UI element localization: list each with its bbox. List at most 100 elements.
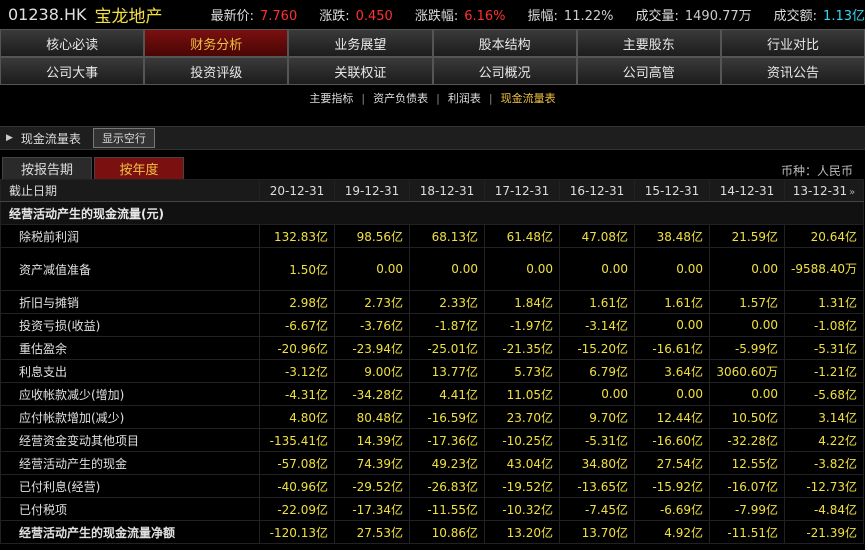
row-label: 应收帐款减少(增加) bbox=[0, 382, 260, 406]
quote-label: 涨跌幅: bbox=[414, 8, 459, 24]
quote-value: 11.22% bbox=[563, 8, 614, 24]
table-cell: -5.31亿 bbox=[559, 428, 635, 452]
nav-button[interactable]: 股本结构 bbox=[432, 29, 577, 57]
table-cell: -135.41亿 bbox=[259, 428, 335, 452]
table-cell: -11.51亿 bbox=[709, 520, 785, 544]
section-bar: ▶ 现金流量表 显示空行 bbox=[0, 126, 865, 150]
table-header-row: 截止日期 20-12-31 19-12-31 18-12-31 17-12-31 16-1… bbox=[0, 179, 864, 202]
row-label: 除税前利润 bbox=[0, 224, 260, 248]
table-cell: 80.48亿 bbox=[334, 405, 410, 429]
nav-button[interactable]: 公司高管 bbox=[576, 57, 721, 85]
currency-label: 币种：人民币 bbox=[780, 164, 853, 178]
table-cell: 4.92亿 bbox=[634, 520, 710, 544]
table-row: 已付利息(经营) -40.96亿 -29.52亿 -26.83亿 -19.52亿 -13.… bbox=[0, 474, 864, 498]
table-cell: -9588.40万 bbox=[784, 247, 864, 291]
nav-button[interactable]: 投资评级 bbox=[144, 57, 289, 85]
row-label: 折旧与摊销 bbox=[0, 290, 260, 314]
quote-item: 涨跌幅: 6.16% bbox=[415, 5, 506, 24]
nav-button[interactable]: 公司大事 bbox=[0, 57, 145, 85]
table-cell: -1.97亿 bbox=[484, 313, 560, 337]
table-cell: -3.12亿 bbox=[259, 359, 335, 383]
table-cell: 38.48亿 bbox=[634, 224, 710, 248]
quote-label: 最新价: bbox=[210, 8, 254, 24]
show-empty-rows-button[interactable]: 显示空行 bbox=[92, 128, 155, 148]
quote-value: 7.760 bbox=[260, 8, 298, 24]
row-label: 资产减值准备 bbox=[0, 247, 260, 291]
period-tab[interactable]: 按报告期 bbox=[2, 157, 92, 179]
quote-value: 6.16% bbox=[464, 8, 506, 24]
section-row: 经营活动产生的现金流量(元) bbox=[0, 201, 864, 225]
subnav-link[interactable]: 利润表 bbox=[448, 92, 481, 105]
column-header: 19-12-31 bbox=[334, 179, 410, 202]
table-cell: 12.55亿 bbox=[709, 451, 785, 475]
column-header: 20-12-31 bbox=[259, 179, 335, 202]
quote-item: 成交量: 1490.77万 bbox=[636, 5, 752, 24]
table-cell: 1.31亿 bbox=[784, 290, 864, 314]
subnav-link[interactable]: 现金流量表 bbox=[501, 92, 556, 105]
table-cell: -29.52亿 bbox=[334, 474, 410, 498]
table-cell: -20.96亿 bbox=[259, 336, 335, 360]
sub-nav: 主要指标 | 资产负债表 | 利润表 | 现金流量表 bbox=[0, 90, 865, 110]
table-cell: 1.84亿 bbox=[484, 290, 560, 314]
nav-button[interactable]: 关联权证 bbox=[288, 57, 433, 85]
table-cell: -22.09亿 bbox=[259, 497, 335, 521]
row-label: 投资亏损(收益) bbox=[0, 313, 260, 337]
nav-button[interactable]: 行业对比 bbox=[720, 29, 865, 57]
table-cell: 43.04亿 bbox=[484, 451, 560, 475]
table-cell: 4.41亿 bbox=[409, 382, 485, 406]
table-cell: -16.61亿 bbox=[634, 336, 710, 360]
cash-flow-table: 截止日期 20-12-31 19-12-31 18-12-31 17-12-31 16-1… bbox=[0, 179, 864, 544]
table-cell: 0.00 bbox=[709, 313, 785, 337]
table-cell: -16.59亿 bbox=[409, 405, 485, 429]
table-cell: -3.76亿 bbox=[334, 313, 410, 337]
column-header: 18-12-31 bbox=[409, 179, 485, 202]
column-header: 16-12-31 bbox=[559, 179, 635, 202]
table-cell: -1.08亿 bbox=[784, 313, 864, 337]
quote-label: 成交额: bbox=[773, 8, 818, 24]
stock-code: 01238.HK bbox=[8, 4, 87, 24]
table-row: 除税前利润 132.83亿 98.56亿 68.13亿 61.48亿 47.08亿 38.4… bbox=[0, 224, 864, 248]
column-header: 15-12-31 bbox=[634, 179, 710, 202]
table-cell: 13.77亿 bbox=[409, 359, 485, 383]
table-cell: 49.23亿 bbox=[409, 451, 485, 475]
table-cell: -15.92亿 bbox=[634, 474, 710, 498]
table-cell: -23.94亿 bbox=[334, 336, 410, 360]
subnav-separator: | bbox=[488, 92, 493, 105]
table-cell: -57.08亿 bbox=[259, 451, 335, 475]
table-row: 已付税项 -22.09亿 -17.34亿 -11.55亿 -10.32亿 -7.45亿 -6… bbox=[0, 497, 864, 521]
subnav-link[interactable]: 主要指标 bbox=[309, 92, 353, 105]
row-label: 已付税项 bbox=[0, 497, 260, 521]
table-cell: 6.79亿 bbox=[559, 359, 635, 383]
quote-label: 涨跌: bbox=[319, 8, 350, 24]
row-label: 重估盈余 bbox=[0, 336, 260, 360]
subnav-separator: | bbox=[361, 92, 366, 105]
table-row: 重估盈余 -20.96亿 -23.94亿 -25.01亿 -21.35亿 -15.20亿 -… bbox=[0, 336, 864, 360]
nav-button[interactable]: 公司概况 bbox=[432, 57, 577, 85]
table-cell: -5.99亿 bbox=[709, 336, 785, 360]
column-header: 17-12-31 bbox=[484, 179, 560, 202]
table-cell: 0.00 bbox=[334, 247, 410, 291]
table-cell: 74.39亿 bbox=[334, 451, 410, 475]
quote-value: 1490.77万 bbox=[684, 8, 752, 24]
expand-triangle-icon[interactable]: ▶ bbox=[6, 133, 13, 143]
table-cell: 132.83亿 bbox=[259, 224, 335, 248]
table-row: 应付帐款增加(减少) 4.80亿 80.48亿 -16.59亿 23.70亿 9.70亿 1… bbox=[0, 405, 864, 429]
section-title: 现金流量表 bbox=[20, 131, 81, 146]
nav-button[interactable]: 核心必读 bbox=[0, 29, 145, 57]
nav-button[interactable]: 资讯公告 bbox=[720, 57, 865, 85]
table-row: 应收帐款减少(增加) -4.31亿 -34.28亿 4.41亿 11.05亿 0.00 0.… bbox=[0, 382, 864, 406]
quote-value: 1.13亿 bbox=[823, 8, 865, 24]
nav-button[interactable]: 主要股东 bbox=[576, 29, 721, 57]
table-cell: -12.73亿 bbox=[784, 474, 864, 498]
table-cell: -10.25亿 bbox=[484, 428, 560, 452]
period-tab[interactable]: 按年度 bbox=[94, 157, 184, 179]
nav-button[interactable]: 财务分析 bbox=[144, 29, 289, 57]
table-cell: -1.21亿 bbox=[784, 359, 864, 383]
subnav-link[interactable]: 资产负债表 bbox=[373, 92, 428, 105]
quote-label: 振幅: bbox=[527, 8, 558, 24]
nav-button[interactable]: 业务展望 bbox=[288, 29, 433, 57]
table-cell: -25.01亿 bbox=[409, 336, 485, 360]
scroll-right-icon[interactable]: » bbox=[849, 187, 855, 198]
table-cell: 0.00 bbox=[559, 247, 635, 291]
table-row: 投资亏损(收益) -6.67亿 -3.76亿 -1.87亿 -1.97亿 -3.14亿 0.… bbox=[0, 313, 864, 337]
